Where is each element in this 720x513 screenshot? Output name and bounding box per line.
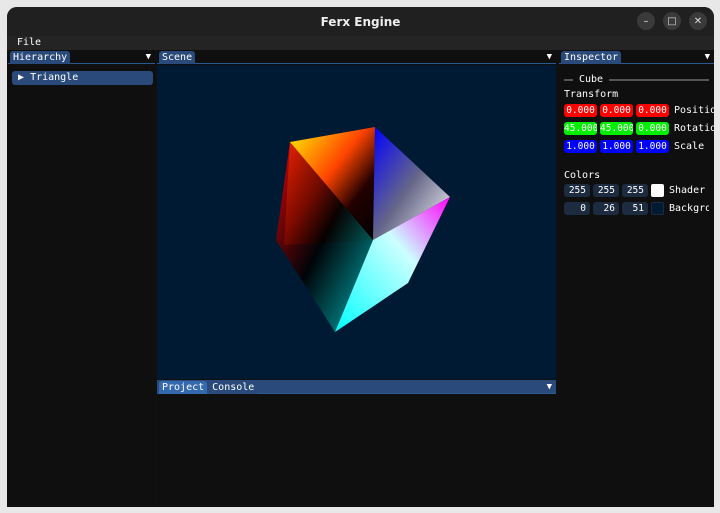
background-g-input[interactable]: 26: [593, 202, 619, 215]
background-color-swatch[interactable]: [651, 202, 664, 215]
rotation-y-input[interactable]: 45.000: [600, 122, 633, 135]
object-separator: Cube: [564, 74, 709, 85]
tab-project[interactable]: Project: [159, 381, 208, 394]
panel-menu-icon[interactable]: ▼: [547, 380, 552, 394]
cube-render: [276, 127, 450, 332]
minimize-button[interactable]: –: [637, 12, 655, 30]
transform-heading: Transform: [564, 89, 619, 100]
shader-g-input[interactable]: 255: [593, 184, 619, 197]
colors-heading: Colors: [564, 170, 601, 181]
tab-inspector[interactable]: Inspector: [561, 51, 622, 64]
tab-scene[interactable]: Scene: [159, 51, 196, 64]
scale-label: Scale: [674, 141, 705, 152]
expand-arrow-icon[interactable]: ▶: [18, 72, 24, 83]
scale-row: 1.000 1.000 1.000 Scale: [564, 140, 704, 153]
rotation-x-input[interactable]: 45.000: [564, 122, 597, 135]
hierarchy-panel: Hierarchy ▼ ▶ Triangle: [8, 50, 155, 507]
scale-y-input[interactable]: 1.000: [600, 140, 633, 153]
panel-menu-icon[interactable]: ▼: [146, 50, 151, 64]
shader-color-row: 255 255 255 Shader Color: [564, 184, 709, 197]
rotation-z-input[interactable]: 0.000: [636, 122, 669, 135]
bottom-panel: Project Console ▼: [157, 380, 556, 507]
maximize-button[interactable]: □: [663, 12, 681, 30]
scene-panel: Scene ▼: [157, 50, 556, 379]
position-row: 0.000 0.000 0.000 Position: [564, 104, 714, 117]
scale-z-input[interactable]: 1.000: [636, 140, 669, 153]
object-name: Cube: [579, 74, 604, 85]
window-title: Ferx Engine: [320, 14, 401, 29]
rotation-row: 45.000 45.000 0.000 Rotation: [564, 122, 714, 135]
rotation-label: Rotation: [674, 123, 714, 134]
inspector-panel: Inspector ▼ Cube Transform 0.000 0.000 0.…: [559, 50, 714, 507]
tab-console[interactable]: Console: [209, 381, 258, 394]
position-z-input[interactable]: 0.000: [636, 104, 669, 117]
background-b-input[interactable]: 51: [622, 202, 648, 215]
shader-color-label: Shader Color: [669, 185, 709, 196]
tab-hierarchy[interactable]: Hierarchy: [10, 51, 71, 64]
hierarchy-item[interactable]: ▶ Triangle: [12, 71, 153, 85]
panel-menu-icon[interactable]: ▼: [705, 50, 710, 64]
menu-file[interactable]: File: [17, 37, 41, 48]
shader-color-swatch[interactable]: [651, 184, 664, 197]
background-color-label: Background: [669, 203, 709, 214]
background-r-input[interactable]: 0: [564, 202, 590, 215]
hierarchy-item-label: Triangle: [30, 72, 79, 83]
background-color-row: 0 26 51 Background: [564, 202, 709, 215]
position-y-input[interactable]: 0.000: [600, 104, 633, 117]
position-x-input[interactable]: 0.000: [564, 104, 597, 117]
shader-b-input[interactable]: 255: [622, 184, 648, 197]
menu-bar: File: [7, 36, 714, 50]
shader-r-input[interactable]: 255: [564, 184, 590, 197]
scale-x-input[interactable]: 1.000: [564, 140, 597, 153]
title-bar: Ferx Engine – □ ✕: [7, 7, 714, 36]
panel-menu-icon[interactable]: ▼: [547, 50, 552, 64]
close-button[interactable]: ✕: [689, 12, 707, 30]
position-label: Position: [674, 105, 714, 116]
scene-viewport[interactable]: [157, 65, 556, 379]
app-window: Ferx Engine – □ ✕ File Hierarchy ▼ ▶ Tria…: [7, 7, 714, 507]
